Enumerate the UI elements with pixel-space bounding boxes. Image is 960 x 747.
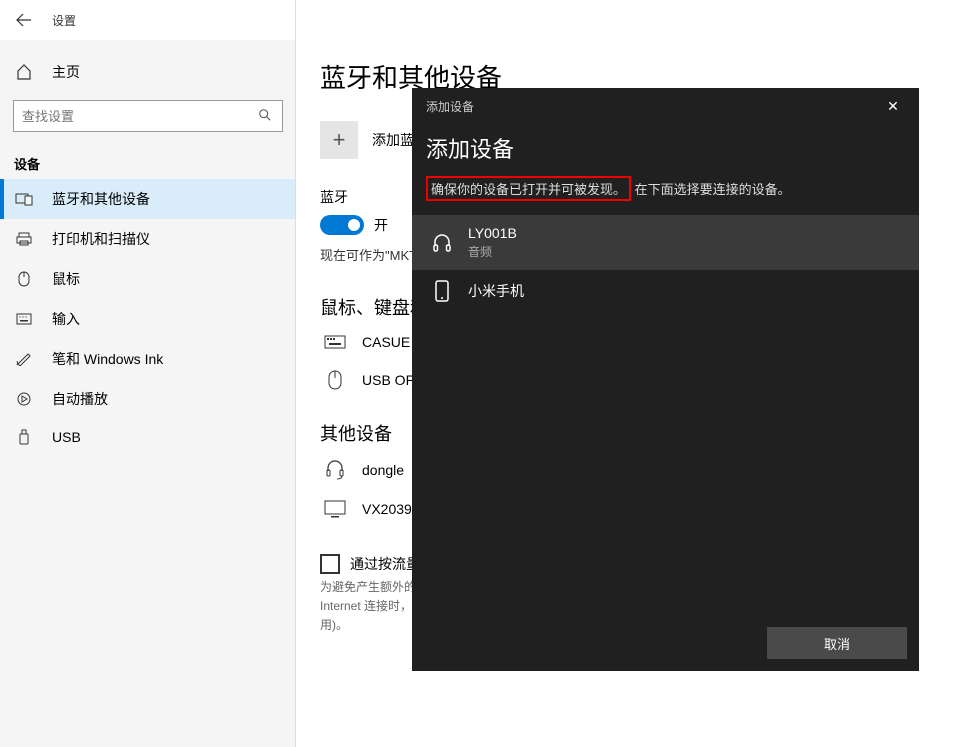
- add-button[interactable]: +: [320, 121, 358, 159]
- device-name: dongle: [362, 462, 404, 478]
- sidebar-item-bluetooth[interactable]: 蓝牙和其他设备: [0, 179, 296, 219]
- checkbox[interactable]: [320, 554, 340, 574]
- mouse-icon: [14, 271, 34, 287]
- titlebar-text: 设置: [52, 12, 76, 29]
- sidebar-item-label: 自动播放: [52, 389, 108, 409]
- dialog-footer: 取消: [412, 615, 919, 671]
- highlighted-text: 确保你的设备已打开并可被发现。: [426, 176, 631, 201]
- usb-icon: [14, 429, 34, 445]
- back-button[interactable]: [8, 4, 40, 36]
- arrow-left-icon: [16, 12, 32, 28]
- headphones-icon: [428, 234, 456, 252]
- sidebar-item-label: 蓝牙和其他设备: [52, 189, 150, 209]
- home-icon: [14, 64, 34, 80]
- dialog-body: 添加设备 确保你的设备已打开并可被发现。 在下面选择要连接的设备。 LY001B…: [412, 124, 919, 615]
- headset-icon: [320, 460, 350, 480]
- sidebar-item-mouse[interactable]: 鼠标: [0, 259, 296, 299]
- keyboard-icon: [14, 313, 34, 325]
- sidebar-item-label: 鼠标: [52, 269, 80, 289]
- sidebar-item-printers[interactable]: 打印机和扫描仪: [0, 219, 296, 259]
- checkbox-label: 通过按流量: [350, 554, 420, 574]
- sidebar-item-autoplay[interactable]: 自动播放: [0, 379, 296, 419]
- titlebar: 设置: [0, 0, 960, 40]
- search-icon: [258, 108, 274, 125]
- autoplay-icon: [14, 391, 34, 407]
- device-name: 小米手机: [468, 281, 524, 301]
- pen-icon: [14, 352, 34, 366]
- sidebar-home-label: 主页: [52, 62, 80, 82]
- sidebar-item-typing[interactable]: 输入: [0, 299, 296, 339]
- dialog-subtext: 确保你的设备已打开并可被发现。 在下面选择要连接的设备。: [426, 176, 905, 201]
- monitor-icon: [320, 500, 350, 518]
- sidebar-item-label: 笔和 Windows Ink: [52, 349, 163, 369]
- device-type: 音频: [468, 243, 517, 260]
- search-container: [13, 100, 283, 132]
- dialog-heading: 添加设备: [426, 132, 905, 164]
- sidebar-item-label: 输入: [52, 309, 80, 329]
- sidebar-section-header: 设备: [0, 144, 296, 179]
- sidebar-item-label: 打印机和扫描仪: [52, 229, 150, 249]
- device-item-xiaomi[interactable]: 小米手机: [412, 270, 919, 312]
- dialog-subtext-rest: 在下面选择要连接的设备。: [635, 182, 791, 197]
- close-icon: ✕: [887, 98, 899, 115]
- device-name: LY001B: [468, 225, 517, 241]
- cancel-button[interactable]: 取消: [767, 627, 907, 659]
- device-list: LY001B 音频 小米手机: [412, 215, 919, 312]
- device-item-ly001b[interactable]: LY001B 音频: [412, 215, 919, 270]
- bt-toggle-state: 开: [374, 215, 388, 235]
- search-input[interactable]: [22, 109, 258, 124]
- devices-icon: [14, 192, 34, 206]
- keyboard-icon: [320, 335, 350, 349]
- sidebar-item-usb[interactable]: USB: [0, 419, 296, 455]
- dialog-close-button[interactable]: ✕: [871, 92, 915, 120]
- sidebar-home[interactable]: 主页: [0, 56, 296, 88]
- sidebar: 主页 设备 蓝牙和其他设备 打印机和扫描仪 鼠标 输入: [0, 40, 296, 747]
- dialog-titlebar: 添加设备 ✕: [412, 88, 919, 124]
- printer-icon: [14, 232, 34, 246]
- add-device-dialog: 添加设备 ✕ 添加设备 确保你的设备已打开并可被发现。 在下面选择要连接的设备。…: [412, 88, 919, 671]
- mouse-icon: [320, 370, 350, 390]
- phone-icon: [428, 280, 456, 302]
- sidebar-item-pen[interactable]: 笔和 Windows Ink: [0, 339, 296, 379]
- sidebar-item-label: USB: [52, 429, 81, 445]
- dialog-titlebar-text: 添加设备: [426, 98, 474, 115]
- search-box[interactable]: [13, 100, 283, 132]
- plus-icon: +: [333, 127, 346, 153]
- bt-toggle[interactable]: [320, 215, 364, 235]
